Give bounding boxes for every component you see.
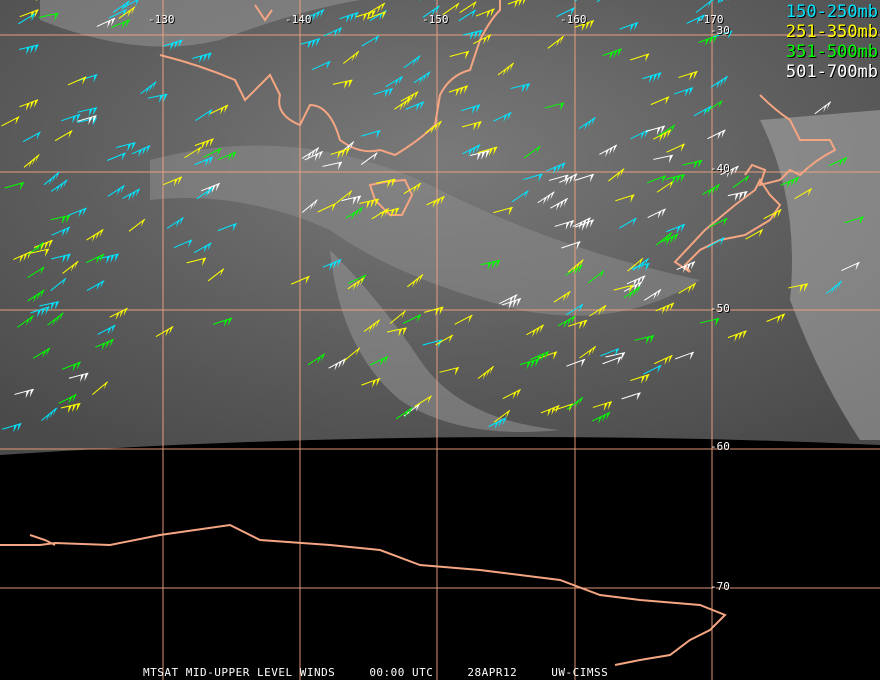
- valid-time: 00:00 UTC: [369, 666, 434, 679]
- image-date: 28APR12: [467, 666, 518, 679]
- lat-label: -50: [710, 302, 730, 315]
- legend-entry: 251-350mb: [785, 22, 878, 42]
- product-name: MTSAT MID-UPPER LEVEL WINDS: [143, 666, 336, 679]
- antarctica-coast: [29, 534, 56, 546]
- image-caption: MTSAT MID-UPPER LEVEL WINDS 00:00 UTC 28AP…: [143, 666, 608, 679]
- pressure-legend: 150-250mb 251-350mb 351-500mb 501-700mb: [786, 2, 878, 82]
- lat-label: -30: [710, 24, 730, 37]
- legend-entry: 150-250mb: [785, 2, 878, 22]
- data-source: UW-CIMSS: [551, 666, 609, 679]
- legend-entry: 501-700mb: [785, 62, 878, 82]
- lon-label: -130: [148, 13, 175, 26]
- legend-entry: 351-500mb: [785, 42, 878, 62]
- lat-label: -70: [710, 580, 730, 593]
- lon-label: -160: [560, 13, 587, 26]
- lon-label: -150: [422, 13, 449, 26]
- lon-label: -140: [285, 13, 312, 26]
- lat-label: -40: [710, 162, 730, 175]
- water-vapor-map: [0, 0, 880, 680]
- lat-label: -60: [710, 440, 730, 453]
- antarctica-coast: [0, 523, 727, 666]
